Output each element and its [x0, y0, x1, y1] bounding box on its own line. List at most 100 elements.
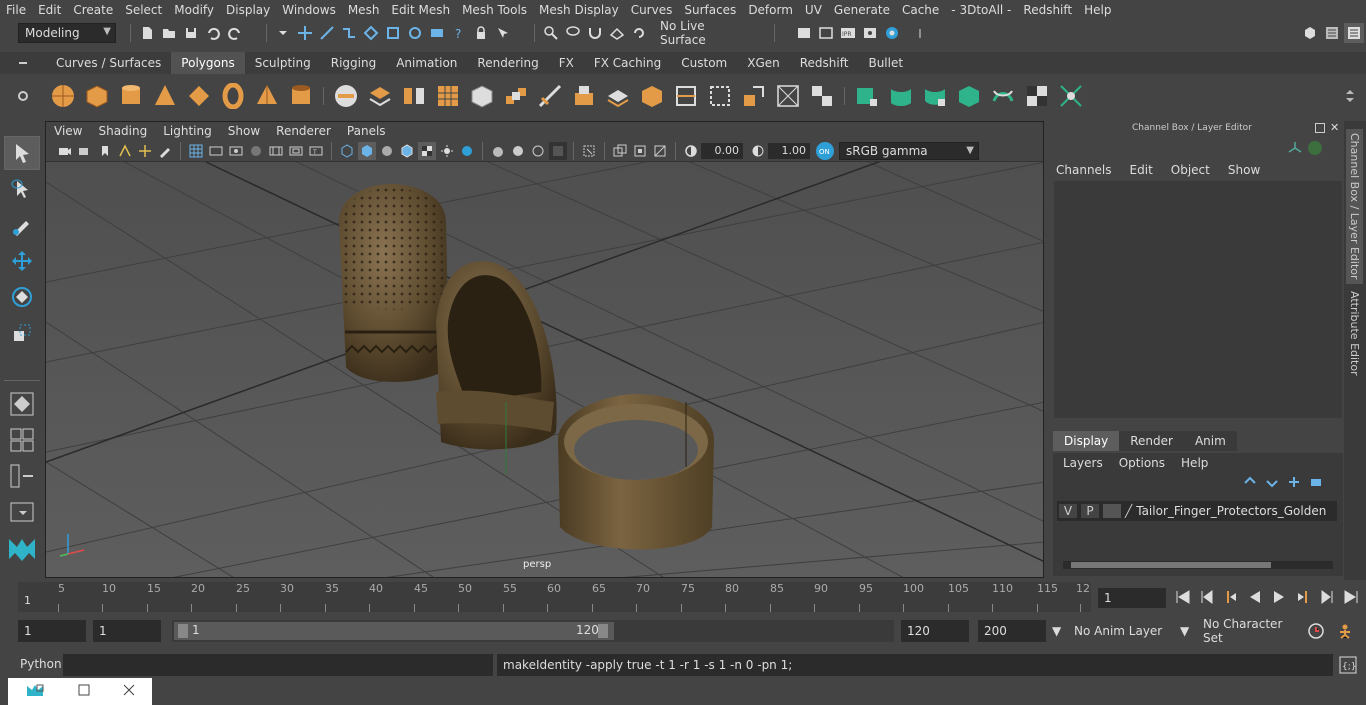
screen-space-ao-icon[interactable]: [489, 142, 507, 160]
ipr-render-icon[interactable]: IPR: [838, 23, 858, 43]
lasso-select-icon[interactable]: [4, 172, 40, 206]
scene-3d[interactable]: persp: [46, 122, 1043, 577]
chevron-down-icon[interactable]: ▼: [1052, 620, 1064, 642]
poly-torus-icon[interactable]: [219, 82, 247, 110]
gamma-field[interactable]: 1.00: [768, 142, 810, 159]
grid-toggle-icon[interactable]: [187, 142, 205, 160]
range-start-handle[interactable]: [178, 624, 188, 638]
anti-aliasing-icon[interactable]: [529, 142, 547, 160]
range-slider[interactable]: 1 120: [172, 620, 894, 642]
render-setup-icon[interactable]: [794, 23, 814, 43]
viewport-menu-lighting[interactable]: Lighting: [155, 124, 220, 138]
move-tool-icon[interactable]: [4, 244, 40, 278]
bevel-icon[interactable]: [638, 82, 666, 110]
modeling-toolkit-icon[interactable]: [1300, 23, 1320, 43]
time-slider[interactable]: 1 5 10 15 20 25 30 35 40 45 50 55 60 65 …: [18, 582, 1091, 612]
viewport-menu-show[interactable]: Show: [220, 124, 268, 138]
select-component-icon[interactable]: [339, 23, 359, 43]
shelf-tab-curves-surfaces[interactable]: Curves / Surfaces: [46, 52, 171, 74]
bookmark-icon[interactable]: [96, 142, 114, 160]
layer-playback-toggle[interactable]: P: [1081, 504, 1099, 518]
poly-plane-icon[interactable]: [185, 82, 213, 110]
image-plane-icon[interactable]: [116, 142, 134, 160]
current-frame-field[interactable]: 1: [1098, 588, 1166, 608]
ring-object[interactable]: [558, 394, 714, 550]
menu-windows[interactable]: Windows: [276, 3, 342, 17]
shelf-menu-icon[interactable]: [1, 53, 45, 73]
resolution-gate-icon[interactable]: [227, 142, 245, 160]
menu-modify[interactable]: Modify: [168, 3, 220, 17]
smooth-shade-icon[interactable]: [358, 141, 376, 160]
mirror-icon[interactable]: [400, 82, 428, 110]
step-forward-key-icon[interactable]: [1318, 588, 1336, 609]
live-surface-icon[interactable]: [629, 23, 649, 43]
chevron-down-icon[interactable]: ▼: [1180, 620, 1192, 642]
uv-automatic-icon[interactable]: [955, 82, 983, 110]
edit-menu[interactable]: Edit: [1130, 163, 1153, 177]
safe-action-icon[interactable]: [287, 142, 305, 160]
menu-create[interactable]: Create: [67, 3, 119, 17]
new-scene-icon[interactable]: [137, 23, 157, 43]
separate-icon[interactable]: [366, 82, 394, 110]
select-object-icon[interactable]: [317, 23, 337, 43]
select-tool-icon[interactable]: [4, 136, 40, 170]
float-panel-icon[interactable]: [1315, 123, 1325, 133]
poly-cube-icon[interactable]: [83, 82, 111, 110]
textured-icon[interactable]: [418, 141, 436, 160]
range-end-handle[interactable]: [598, 624, 608, 638]
colorspace-dropdown[interactable]: sRGB gamma ▼: [839, 141, 979, 160]
auto-key-icon[interactable]: [1307, 622, 1325, 643]
live-surface-field[interactable]: No Live Surface: [654, 19, 760, 47]
2d-pan-zoom-icon[interactable]: [136, 142, 154, 160]
four-view-layout-icon[interactable]: [4, 423, 40, 457]
use-all-lights-icon[interactable]: [438, 142, 456, 160]
layers-menu[interactable]: Layers: [1063, 456, 1103, 470]
lock-icon[interactable]: [471, 23, 491, 43]
scene-start-field[interactable]: 1: [18, 620, 86, 642]
shadows-icon[interactable]: [458, 142, 476, 160]
menu-curves[interactable]: Curves: [625, 3, 679, 17]
depth-of-field-icon[interactable]: [549, 141, 567, 160]
film-gate-icon[interactable]: [207, 142, 225, 160]
color-management-icon[interactable]: ON: [816, 141, 834, 160]
xray-components-icon[interactable]: [651, 142, 669, 160]
redo-icon[interactable]: [225, 23, 245, 43]
rotate-tool-icon[interactable]: [4, 280, 40, 314]
shelf-tab-custom[interactable]: Custom: [671, 52, 737, 74]
menu-deform[interactable]: Deform: [742, 3, 799, 17]
wireframe-on-shaded-icon[interactable]: [398, 142, 416, 160]
menu-select[interactable]: Select: [119, 3, 168, 17]
gamma-icon[interactable]: [749, 142, 767, 160]
multi-cut-icon[interactable]: [536, 82, 564, 110]
viewport-menu-renderer[interactable]: Renderer: [268, 124, 339, 138]
render-settings-icon[interactable]: [860, 23, 880, 43]
new-layer-icon[interactable]: [1287, 475, 1301, 492]
step-back-key-icon[interactable]: [1198, 588, 1216, 609]
step-forward-frame-icon[interactable]: [1294, 588, 1312, 609]
poly-pyramid-icon[interactable]: [253, 82, 281, 110]
wedge-icon[interactable]: [740, 82, 768, 110]
layer-name[interactable]: Tailor_Finger_Protectors_Golden_Set_: [1136, 504, 1326, 518]
uv-planar-icon[interactable]: [853, 82, 881, 110]
menu-redshift[interactable]: Redshift: [1017, 3, 1078, 17]
window-maximize-icon[interactable]: [78, 684, 90, 699]
channels-menu[interactable]: Channels: [1056, 163, 1112, 177]
snap-view-icon[interactable]: [427, 23, 447, 43]
step-back-frame-icon[interactable]: [1222, 588, 1240, 609]
animation-prefs-icon[interactable]: [1336, 622, 1354, 643]
window-app-icon[interactable]: [25, 682, 45, 701]
insert-edge-loop-icon[interactable]: [604, 82, 632, 110]
isolate-select-icon[interactable]: [580, 142, 598, 160]
tab-render[interactable]: Render: [1119, 431, 1184, 451]
snap-curve-icon[interactable]: [383, 23, 403, 43]
render-frame-icon[interactable]: [816, 23, 836, 43]
workspace-icon[interactable]: [915, 23, 935, 43]
hypershade-icon[interactable]: [882, 23, 902, 43]
help-menu[interactable]: Help: [1181, 456, 1208, 470]
magnet-icon[interactable]: [585, 23, 605, 43]
paint-select-icon[interactable]: [4, 208, 40, 242]
fill-hole-icon[interactable]: [706, 82, 734, 110]
motion-blur-icon[interactable]: [509, 142, 527, 160]
uv-editor-icon[interactable]: [1057, 82, 1085, 110]
shelf-tab-xgen[interactable]: XGen: [737, 52, 790, 74]
